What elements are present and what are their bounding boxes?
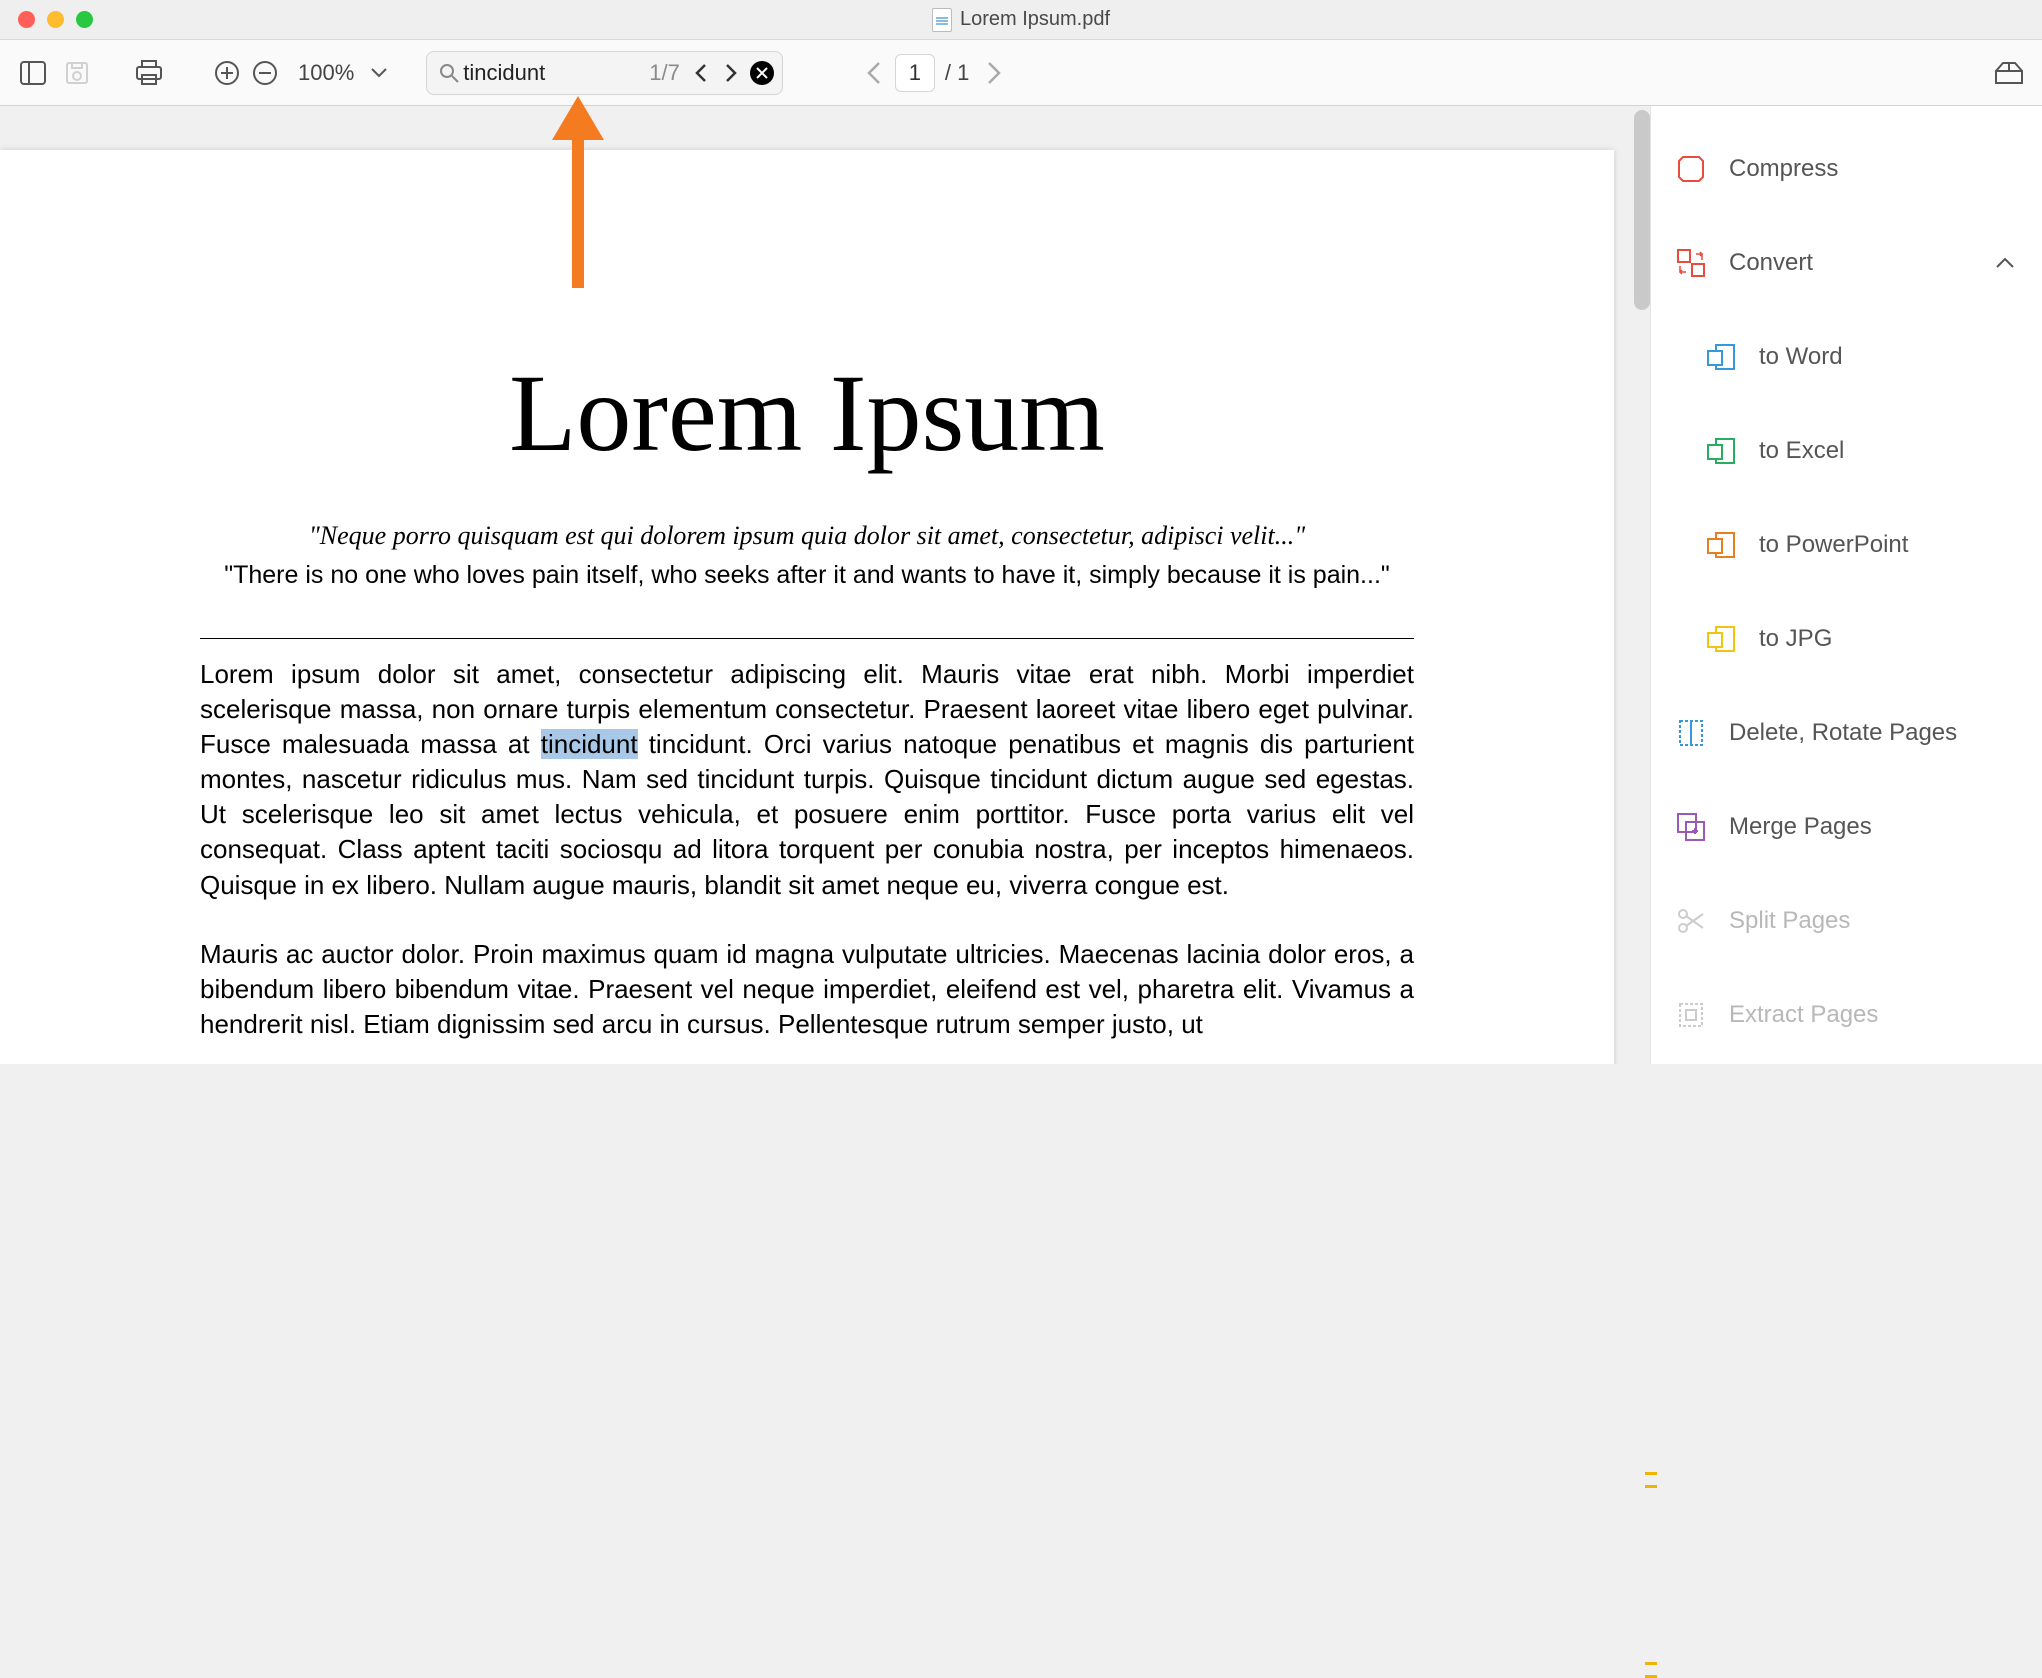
search-result-count: 1/7 (649, 60, 680, 86)
search-next-button[interactable] (716, 64, 746, 82)
page-navigation: / 1 (859, 54, 1009, 92)
extract-icon (1675, 999, 1707, 1031)
doc-subtitle-1: "Neque porro quisquam est qui dolorem ip… (200, 521, 1414, 551)
compress-label: Compress (1729, 155, 1838, 183)
extract-tool: Extract Pages (1651, 968, 2042, 1062)
search-box: 1/7 (426, 51, 783, 95)
convert-to-powerpoint[interactable]: to PowerPoint (1651, 498, 2042, 592)
merge-icon (1675, 811, 1707, 843)
search-prev-button[interactable] (686, 64, 716, 82)
sidebar-toggle-button[interactable] (14, 54, 52, 92)
to-word-label: to Word (1759, 343, 1843, 371)
to-jpg-label: to JPG (1759, 625, 1832, 653)
print-button[interactable] (130, 54, 168, 92)
search-input[interactable] (459, 60, 649, 86)
powerpoint-icon (1705, 529, 1737, 561)
prev-page-button[interactable] (859, 62, 889, 84)
delete-rotate-label: Delete, Rotate Pages (1729, 719, 1957, 747)
resize-marker[interactable] (1645, 1472, 1657, 1488)
doc-title: Lorem Ipsum (200, 350, 1414, 477)
zoom-out-button[interactable] (246, 54, 284, 92)
doc-paragraph-2: Mauris ac auctor dolor. Proin maximus qu… (200, 937, 1414, 1042)
doc-paragraph-1: Lorem ipsum dolor sit amet, consectetur … (200, 657, 1414, 903)
split-label: Split Pages (1729, 907, 1850, 935)
convert-to-word[interactable]: to Word (1651, 310, 2042, 404)
zoom-controls: 100% (208, 54, 398, 92)
extract-label: Extract Pages (1729, 1001, 1878, 1029)
chevron-up-icon (1996, 257, 2014, 269)
close-window-button[interactable] (18, 11, 35, 28)
word-icon (1705, 341, 1737, 373)
merge-label: Merge Pages (1729, 813, 1872, 841)
document-icon (932, 8, 952, 32)
scissors-icon (1675, 905, 1707, 937)
document-page: Lorem Ipsum "Neque porro quisquam est qu… (0, 150, 1614, 1064)
vertical-scrollbar[interactable] (1634, 110, 1650, 310)
excel-icon (1705, 435, 1737, 467)
convert-icon (1675, 247, 1707, 279)
next-page-button[interactable] (979, 62, 1009, 84)
compress-tool[interactable]: Compress (1651, 122, 2042, 216)
convert-tool[interactable]: Convert (1651, 216, 2042, 310)
toolbar: 100% 1/7 / 1 (0, 40, 2042, 106)
resize-marker[interactable] (1645, 1662, 1657, 1678)
page-number-input[interactable] (895, 54, 935, 92)
save-button[interactable] (58, 54, 96, 92)
to-powerpoint-label: to PowerPoint (1759, 531, 1908, 559)
window-title: Lorem Ipsum.pdf (932, 8, 1110, 32)
maximize-window-button[interactable] (76, 11, 93, 28)
search-icon (439, 63, 459, 83)
minimize-window-button[interactable] (47, 11, 64, 28)
document-viewport[interactable]: Lorem Ipsum "Neque porro quisquam est qu… (0, 106, 1650, 1064)
search-clear-button[interactable] (750, 61, 774, 85)
zoom-level: 100% (298, 60, 354, 86)
to-excel-label: to Excel (1759, 437, 1844, 465)
tools-sidebar: Compress Convert to Word to Excel to Pow… (1650, 106, 2042, 1064)
pages-icon (1675, 717, 1707, 749)
merge-tool[interactable]: Merge Pages (1651, 780, 2042, 874)
jpg-icon (1705, 623, 1737, 655)
split-tool: Split Pages (1651, 874, 2042, 968)
delete-rotate-tool[interactable]: Delete, Rotate Pages (1651, 686, 2042, 780)
window-title-text: Lorem Ipsum.pdf (960, 8, 1110, 31)
doc-subtitle-2: "There is no one who loves pain itself, … (200, 561, 1414, 590)
convert-label: Convert (1729, 249, 1813, 277)
search-highlight: tincidunt (541, 729, 638, 759)
doc-divider (200, 638, 1414, 639)
window-controls (18, 11, 93, 28)
convert-to-jpg[interactable]: to JPG (1651, 592, 2042, 686)
toolbox-button[interactable] (1990, 54, 2028, 92)
zoom-dropdown-button[interactable] (360, 54, 398, 92)
page-total: / 1 (945, 60, 969, 86)
titlebar: Lorem Ipsum.pdf (0, 0, 2042, 40)
compress-icon (1675, 153, 1707, 185)
zoom-in-button[interactable] (208, 54, 246, 92)
convert-to-excel[interactable]: to Excel (1651, 404, 2042, 498)
